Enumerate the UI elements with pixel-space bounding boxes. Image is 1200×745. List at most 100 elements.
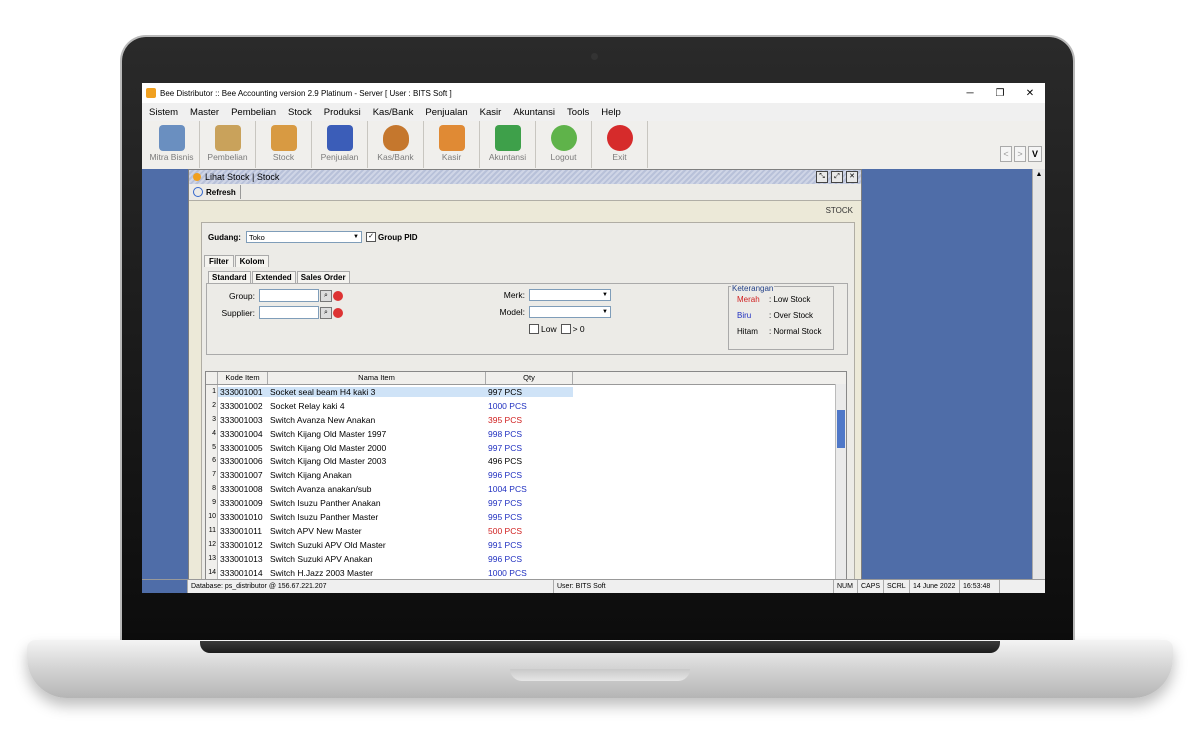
main-scrollbar[interactable]: ▲ [1032, 169, 1045, 579]
maximize-icon[interactable]: ⤢ [831, 171, 843, 183]
scroll-up-icon[interactable]: ▲ [1033, 169, 1045, 181]
kode-item-cell: 333001001 [218, 386, 268, 397]
table-row[interactable]: 3 333001003 Switch Avanza New Anakan 395 PC… [206, 412, 846, 427]
status-user: User: BITS Soft [554, 580, 834, 593]
toolbar-pembelian-button[interactable]: Pembelian [200, 121, 256, 168]
gt-zero-checkbox[interactable] [560, 324, 571, 334]
menu-tools[interactable]: Tools [560, 107, 594, 118]
restore-icon[interactable]: ⤡ [816, 171, 828, 183]
table-row[interactable]: 2 333001002 Socket Relay kaki 4 1000 PCS [206, 398, 846, 413]
toolbar-kas-bank-button[interactable]: Kas/Bank [368, 121, 424, 168]
table-row[interactable]: 12 333001012 Switch Suzuki APV Old Master 9… [206, 537, 846, 552]
toolbar-exit-button[interactable]: Exit [592, 121, 648, 168]
group-input[interactable] [259, 289, 319, 302]
menu-penjualan[interactable]: Penjualan [418, 107, 472, 118]
maximize-button[interactable]: ❐ [985, 88, 1015, 99]
tab-kolom[interactable]: Kolom [234, 255, 270, 267]
table-row[interactable]: 9 333001009 Switch Isuzu Panther Anakan 997… [206, 496, 846, 511]
clear-icon[interactable] [333, 307, 343, 318]
column-header[interactable]: Nama Item [268, 372, 486, 384]
toolbar-label: Exit [612, 152, 627, 162]
tab-extended[interactable]: Extended [251, 271, 296, 283]
supplier-input[interactable] [259, 306, 319, 319]
nama-item-cell: Switch Kijang Old Master 2003 [270, 456, 387, 467]
menu-master[interactable]: Master [183, 107, 224, 118]
legend-title: Keterangan [731, 284, 775, 293]
menu-kasir[interactable]: Kasir [473, 107, 507, 118]
toolbar-nav: < > V [1000, 146, 1042, 162]
lihat-stock-window: Lihat Stock | Stock ⤡ ⤢ ✕ Refresh STOCK … [188, 169, 862, 583]
table-row[interactable]: 10 333001010 Switch Isuzu Panther Master 99… [206, 510, 846, 524]
toolbar-mitra-bisnis-button[interactable]: Mitra Bisnis [144, 121, 200, 168]
refresh-label: Refresh [206, 187, 236, 197]
refresh-button[interactable]: Refresh [189, 185, 241, 199]
table-row[interactable]: 7 333001007 Switch Kijang Anakan 996 PCS [206, 468, 846, 483]
gudang-select[interactable]: Toko ▼ [246, 231, 362, 243]
clear-icon[interactable] [333, 290, 343, 301]
toolbar-label: Kasir [441, 152, 462, 162]
next-button[interactable]: > [1014, 146, 1026, 162]
laptop-notch [510, 669, 690, 681]
menu-stock[interactable]: Stock [281, 107, 317, 118]
window-icon [193, 173, 201, 181]
menu-kas-bank[interactable]: Kas/Bank [366, 107, 419, 118]
menu-produksi[interactable]: Produksi [317, 107, 366, 118]
gudang-row: Gudang: Toko ▼ ✓ Group PID [208, 231, 418, 243]
toolbar-kasir-button[interactable]: Kasir [424, 121, 480, 168]
legend-box: Keterangan Merah : Low Stock Biru : Over… [728, 284, 834, 350]
nama-item-cell: Socket Relay kaki 4 [270, 400, 345, 411]
nama-item-cell: Switch Isuzu Panther Master [270, 511, 379, 522]
row-number: 9 [206, 496, 218, 511]
low-checkbox[interactable] [529, 324, 539, 334]
grid-scrollbar[interactable] [835, 384, 846, 582]
table-row[interactable]: 6 333001006 Switch Kijang Old Master 2003 4… [206, 454, 846, 469]
legend-desc: : Low Stock [769, 295, 811, 304]
legend-row: Biru : Over Stock [737, 311, 813, 320]
merk-row: Merk: ▼ [465, 289, 611, 301]
chevron-down-icon: ▼ [602, 292, 608, 298]
table-row[interactable]: 8 333001008 Switch Avanza anakan/sub 1004 P… [206, 482, 846, 497]
table-row[interactable]: 13 333001013 Switch Suzuki APV Anakan 996 P… [206, 551, 846, 566]
toolbar-logout-button[interactable]: Logout [536, 121, 592, 168]
tab-standard[interactable]: Standard [208, 271, 251, 283]
model-label: Model: [499, 307, 525, 317]
purchase-icon [214, 125, 241, 151]
toolbar-label: Penjualan [320, 152, 359, 162]
nama-item-cell: Switch Kijang Old Master 2000 [270, 442, 387, 453]
menu-sistem[interactable]: Sistem [142, 107, 183, 118]
search-icon[interactable]: ⌕ [320, 306, 332, 319]
table-row[interactable]: 11 333001011 Switch APV New Master 500 PCS [206, 523, 846, 538]
menu-akuntansi[interactable]: Akuntansi [506, 107, 560, 118]
stock-grid[interactable]: Kode Item Nama Item Qty 1 333001001 Socket… [205, 371, 847, 583]
row-number: 8 [206, 482, 218, 497]
table-row[interactable]: 1 333001001 Socket seal beam H4 kaki 3 997 … [206, 385, 846, 399]
merk-select[interactable]: ▼ [529, 289, 611, 301]
supplier-row: Supplier: ⌕ [207, 306, 343, 319]
close-button[interactable]: ✕ [1015, 88, 1045, 99]
menu-pembelian[interactable]: Pembelian [224, 107, 281, 118]
column-header[interactable]: Qty [486, 372, 573, 384]
gudang-value: Toko [249, 233, 265, 242]
tab-filter[interactable]: Filter [204, 255, 234, 267]
row-number: 6 [206, 454, 218, 469]
close-icon[interactable]: ✕ [846, 171, 858, 183]
column-header[interactable]: Kode Item [218, 372, 268, 384]
tab-sales-order[interactable]: Sales Order [296, 271, 350, 283]
table-row[interactable]: 14 333001014 Switch H.Jazz 2003 Master 1000… [206, 565, 846, 580]
model-select[interactable]: ▼ [529, 306, 611, 318]
toolbar-akuntansi-button[interactable]: Akuntansi [480, 121, 536, 168]
table-row[interactable]: 4 333001004 Switch Kijang Old Master 1997 9… [206, 426, 846, 441]
v-button[interactable]: V [1028, 146, 1042, 162]
toolbar-stock-button[interactable]: Stock [256, 121, 312, 168]
table-row[interactable]: 5 333001005 Switch Kijang Old Master 2000 9… [206, 440, 846, 455]
prev-button[interactable]: < [1000, 146, 1012, 162]
status-time: 16:53:48 [960, 580, 1000, 593]
legend-desc: : Over Stock [769, 311, 814, 320]
scroll-thumb[interactable] [837, 410, 845, 448]
search-icon[interactable]: ⌕ [320, 289, 332, 302]
group-pid-checkbox[interactable]: ✓ [366, 232, 376, 242]
toolbar-penjualan-button[interactable]: Penjualan [312, 121, 368, 168]
minimize-button[interactable]: ─ [955, 88, 985, 99]
row-number: 11 [206, 523, 218, 538]
menu-help[interactable]: Help [594, 107, 626, 118]
